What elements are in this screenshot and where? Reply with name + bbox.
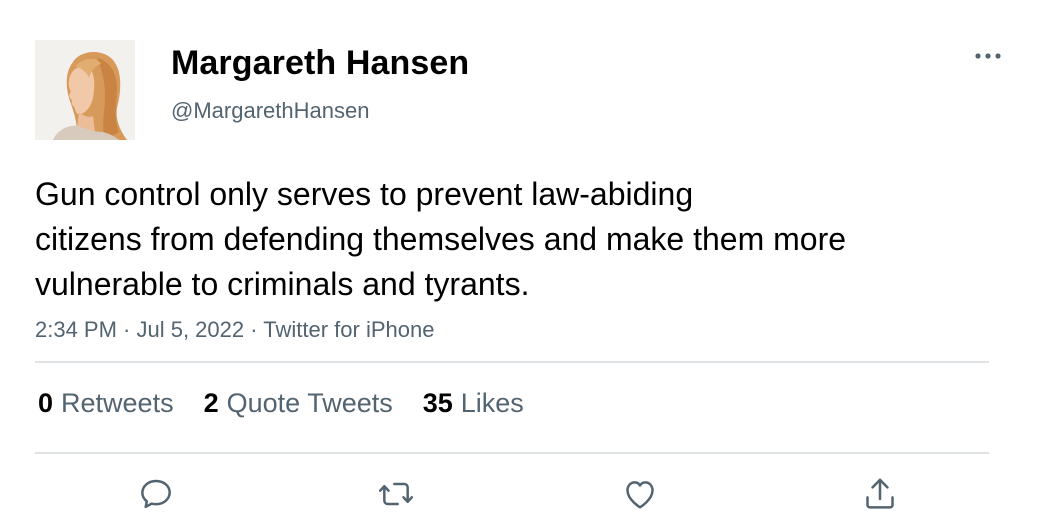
retweet-arrows-icon [378,482,414,506]
retweets-stat[interactable]: 0 Retweets [38,388,174,419]
tweet-stats: 0 Retweets 2 Quote Tweets 35 Likes [38,388,554,419]
like-button[interactable] [618,472,662,516]
divider [35,452,989,454]
likes-stat[interactable]: 35 Likes [423,388,524,419]
retweets-label: Retweets [61,388,174,418]
tweet-text-line: citizens from defending themselves and m… [35,221,847,257]
tweet-text: Gun control only serves to prevent law-a… [35,172,995,307]
profile-photo-icon [35,40,135,140]
avatar[interactable] [35,40,135,140]
retweets-count: 0 [38,388,54,418]
quote-tweets-count: 2 [203,388,219,418]
more-options-button[interactable] [970,44,1006,68]
display-name[interactable]: Margareth Hansen [171,44,469,83]
tweet-text-line: Gun control only serves to prevent law-a… [35,176,694,212]
speech-bubble-icon [141,479,171,509]
quote-tweets-label: Quote Tweets [226,388,393,418]
tweet-timestamp-source[interactable]: 2:34 PM · Jul 5, 2022 · Twitter for iPho… [35,317,434,343]
share-button[interactable] [858,472,902,516]
tweet-actions-bar [0,472,1050,516]
ellipsis-icon [975,53,1001,59]
user-handle[interactable]: @MargarethHansen [171,98,369,124]
quote-tweets-stat[interactable]: 2 Quote Tweets [204,388,393,419]
reply-button[interactable] [134,472,178,516]
heart-icon [626,481,654,509]
likes-label: Likes [460,388,524,418]
divider [35,361,989,363]
share-upload-icon [866,478,894,509]
likes-count: 35 [422,388,453,418]
retweet-button[interactable] [374,472,418,516]
tweet-card: Margareth Hansen @MargarethHansen Gun co… [0,0,1050,525]
tweet-text-line: vulnerable to criminals and tyrants. [35,266,530,302]
